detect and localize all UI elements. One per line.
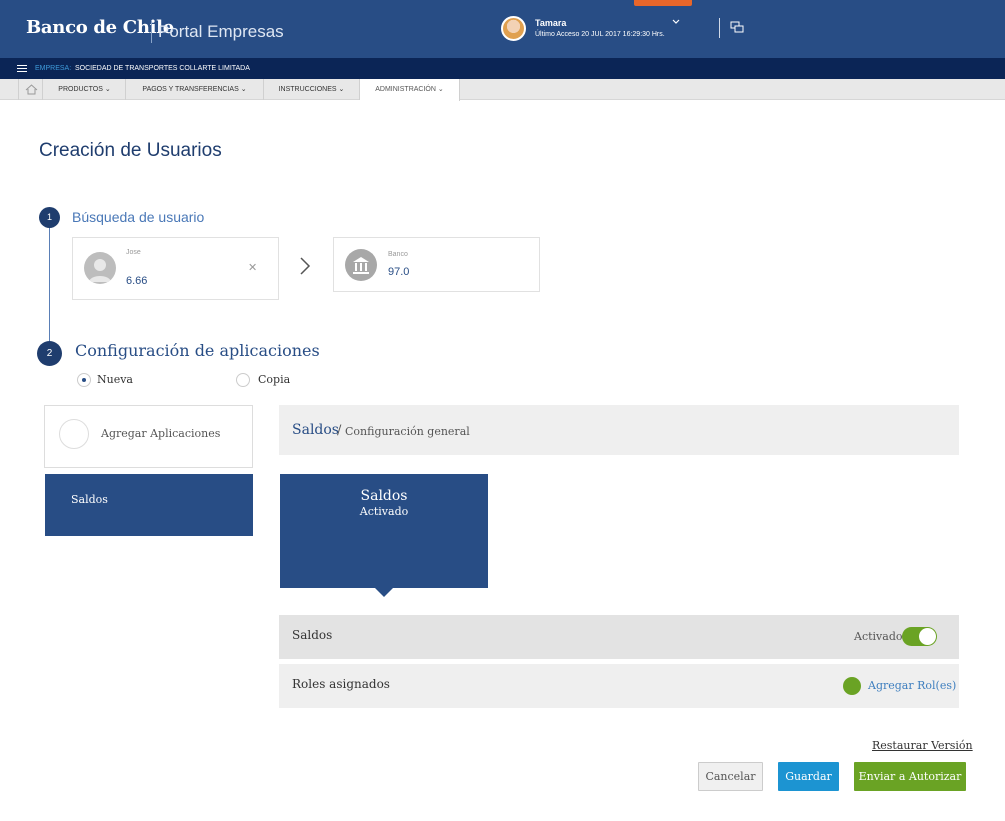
chevron-down-icon[interactable] (672, 17, 680, 27)
brand-divider (151, 21, 152, 43)
portal-title: Portal Empresas (158, 22, 284, 41)
add-role-link[interactable]: Agregar Rol(es) (868, 679, 956, 692)
breadcrumb-separator: / (337, 423, 342, 438)
user-card-name: Jose (126, 249, 141, 256)
row-roles-label: Roles asignados (292, 677, 390, 691)
breadcrumb-sub: Configuración general (345, 425, 470, 438)
step-1-badge: 1 (39, 207, 60, 228)
nav-pagos[interactable]: PAGOS Y TRANSFERENCIAS ⌄ (126, 79, 264, 100)
chat-icon[interactable] (730, 21, 744, 39)
user-name[interactable]: Tamara (535, 18, 566, 28)
app-item-label: Saldos (71, 493, 108, 506)
nav-administracion[interactable]: ADMINISTRACIÓN ⌄ (360, 79, 460, 101)
company-label: EMPRESA: (35, 65, 72, 72)
radio-nueva-label[interactable]: Nueva (97, 373, 133, 386)
step-2-title: Configuración de aplicaciones (75, 341, 320, 360)
radio-copia[interactable] (236, 373, 250, 387)
step-1-title: Búsqueda de usuario (72, 209, 205, 225)
nav-instrucciones[interactable]: INSTRUCCIONES ⌄ (264, 79, 360, 100)
toggle-knob[interactable] (919, 628, 936, 645)
user-avatar[interactable] (501, 16, 526, 41)
home-icon[interactable] (18, 79, 43, 100)
company-name[interactable]: SOCIEDAD DE TRANSPORTES COLLARTE LIMITAD… (75, 65, 250, 72)
cancel-button[interactable]: Cancelar (698, 762, 763, 791)
app-item-saldos[interactable]: Saldos (45, 474, 253, 536)
send-authorize-button[interactable]: Enviar a Autorizar (854, 762, 966, 791)
chevron-right-icon (298, 256, 312, 281)
bank-icon (345, 249, 377, 281)
tile-title: Saldos (360, 488, 408, 504)
add-role-icon[interactable] (843, 677, 861, 695)
step-connector (49, 228, 50, 342)
tile-status: Activado (359, 505, 409, 518)
last-access: Último Acceso 20 JUL 2017 16:29:30 Hrs. (535, 31, 665, 38)
page-title: Creación de Usuarios (39, 140, 222, 161)
step-2-badge: 2 (37, 341, 62, 366)
radio-copia-label[interactable]: Copia (258, 373, 290, 386)
save-button[interactable]: Guardar (778, 762, 839, 791)
hamburger-icon[interactable] (17, 65, 27, 72)
nav-productos[interactable]: PRODUCTOS ⌄ (44, 79, 126, 100)
row-saldos-label: Saldos (292, 628, 333, 642)
emergency-badge[interactable] (634, 0, 692, 6)
module-tile-saldos[interactable]: Saldos Activado (280, 474, 488, 588)
user-card-value: 6.66 (126, 275, 148, 287)
restore-version-link[interactable]: Restaurar Versión (872, 739, 973, 752)
header-divider (719, 18, 720, 38)
add-applications-label[interactable]: Agregar Aplicaciones (101, 427, 220, 440)
tile-pointer (375, 588, 393, 597)
user-avatar-icon (84, 252, 116, 284)
radio-nueva[interactable] (77, 373, 91, 387)
add-circle-icon (59, 419, 89, 449)
breadcrumb-main[interactable]: Saldos (292, 422, 339, 438)
bank-card-value: 97.0 (388, 266, 410, 278)
bank-card-label: Banco (388, 251, 408, 258)
close-icon[interactable]: ✕ (248, 261, 257, 274)
toggle-label: Activado (854, 630, 903, 643)
